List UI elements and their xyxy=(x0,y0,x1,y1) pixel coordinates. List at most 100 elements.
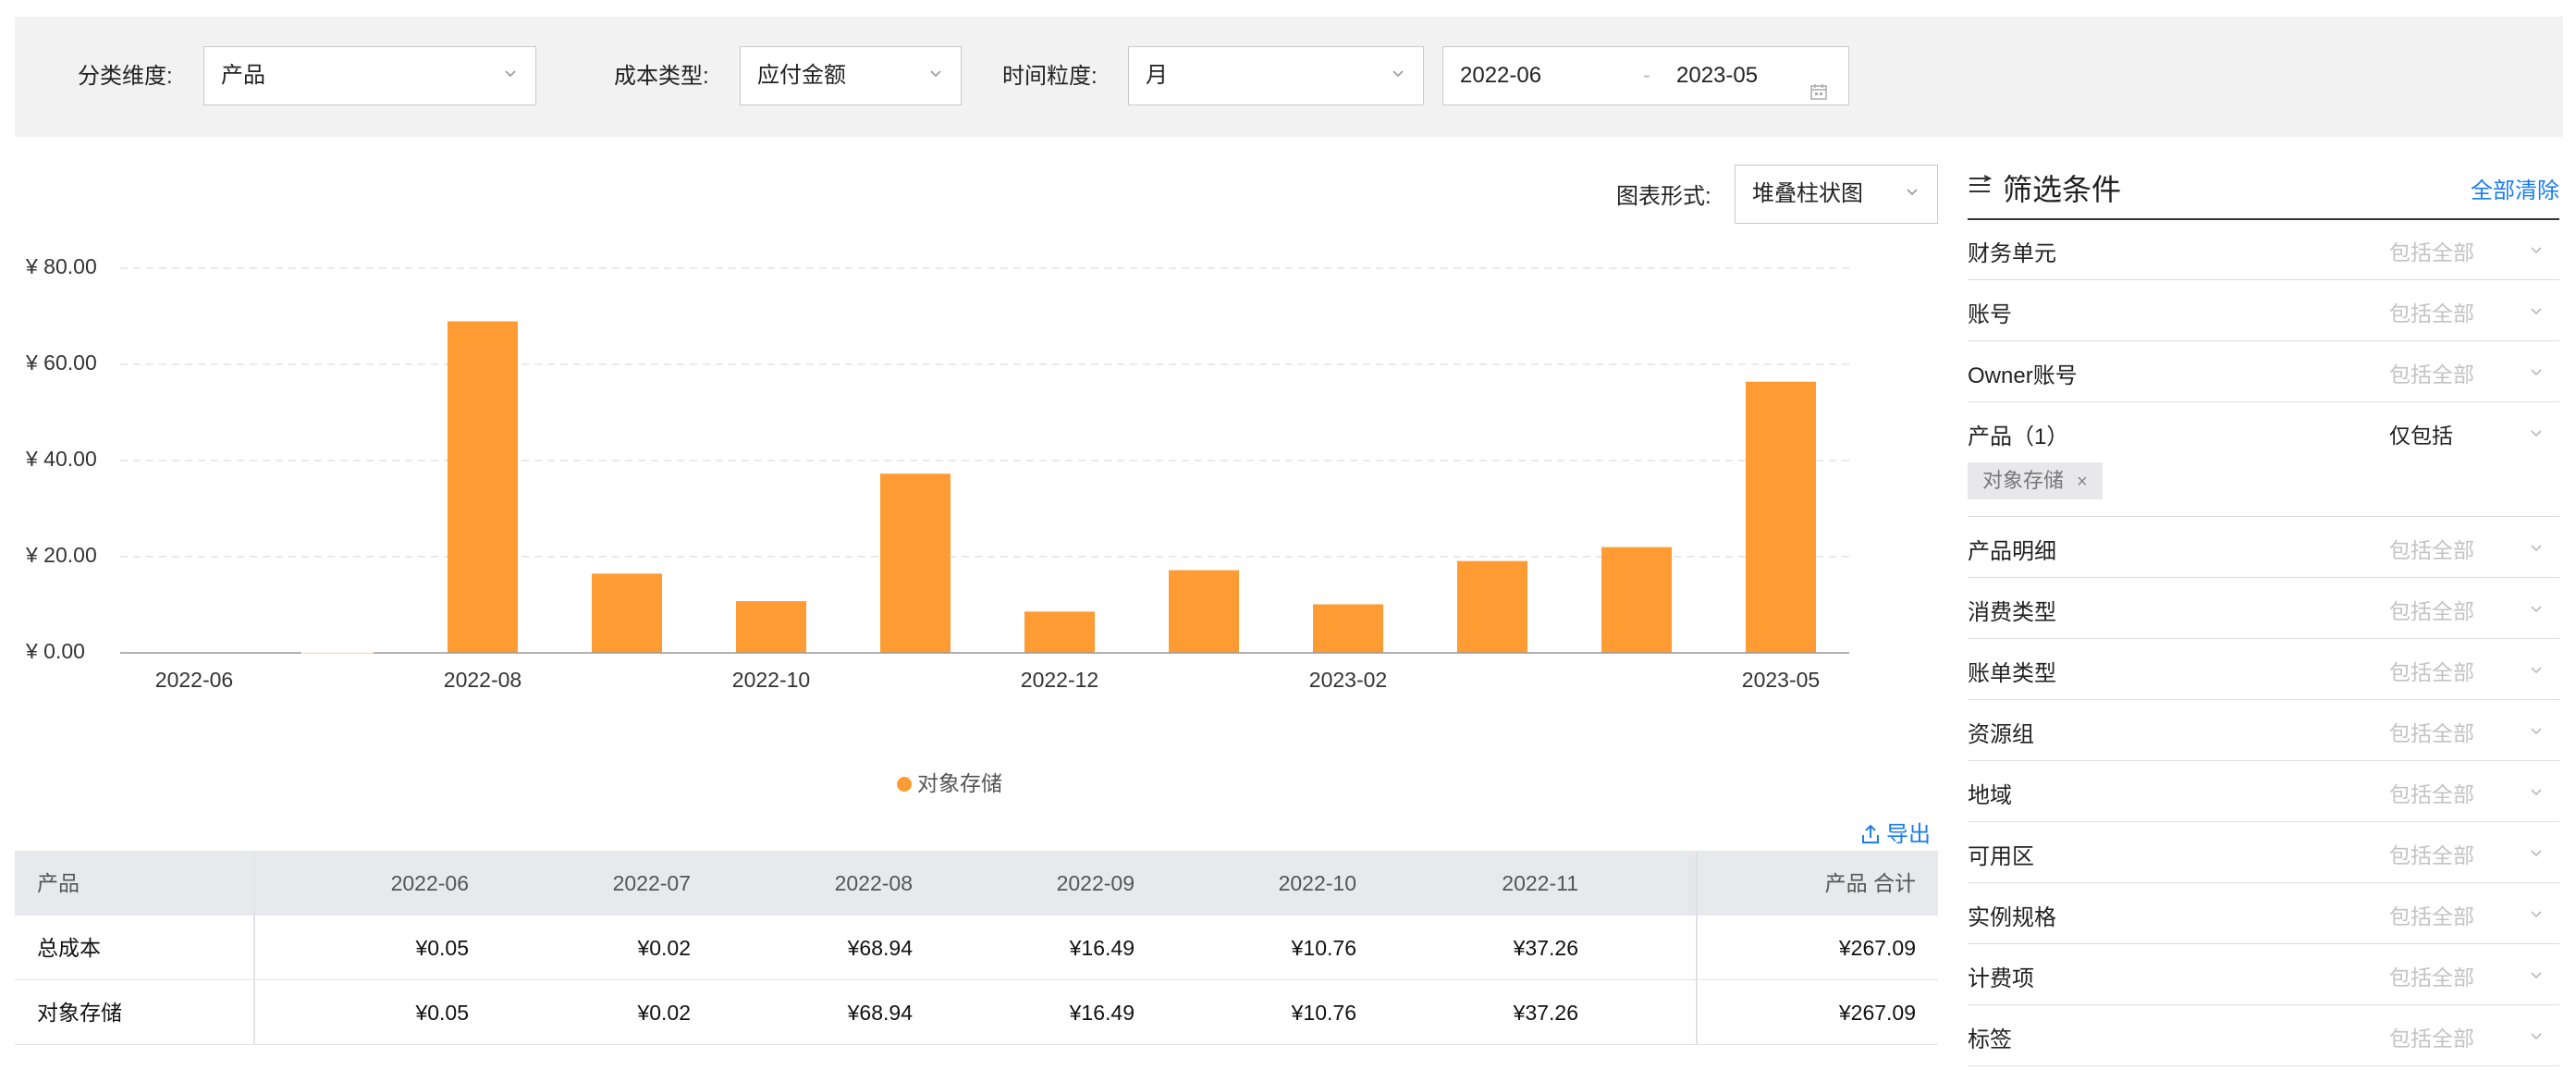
filter-value: 包括全部 xyxy=(2389,721,2474,745)
filter-label: 可用区 xyxy=(1968,844,2034,869)
filter-label: 标签 xyxy=(1968,1027,2012,1052)
filter-label: 财务单元 xyxy=(1968,241,2056,266)
filter-row[interactable]: 财务单元 包括全部 xyxy=(1968,220,2559,280)
filter-label: 账单类型 xyxy=(1968,661,2056,686)
filter-label: 地域 xyxy=(1968,783,2012,808)
table-header-cell: 2022-07 xyxy=(612,871,691,895)
filter-row[interactable]: 可用区 包括全部 xyxy=(1968,823,2559,883)
bar-2023-01[interactable] xyxy=(1169,570,1239,653)
filter-label: 账号 xyxy=(1968,302,2012,327)
filter-label: 实例规格 xyxy=(1968,905,2056,930)
filter-value: 仅包括 xyxy=(2389,424,2453,448)
bar-2022-08[interactable] xyxy=(448,321,518,653)
y-tick-label: ¥ 40.00 xyxy=(26,447,97,471)
filter-value: 包括全部 xyxy=(2389,904,2474,928)
table-header-cell: 产品 xyxy=(37,871,80,895)
filter-label: Owner账号 xyxy=(1968,363,2078,388)
chart-canvas xyxy=(120,267,1849,654)
table-cell: ¥0.05 xyxy=(415,936,469,960)
table-header-cell: 2022-09 xyxy=(1056,871,1135,895)
column-divider xyxy=(1696,851,1698,1045)
x-tick-label: 2022-12 xyxy=(1020,668,1099,692)
table-cell: ¥0.02 xyxy=(637,936,691,960)
chevron-down-icon xyxy=(2530,664,2543,682)
filter-label: 资源组 xyxy=(1968,722,2034,747)
x-tick-label: 2022-10 xyxy=(731,668,811,692)
table-row: 总成本 ¥0.05 ¥0.02 ¥68.94 ¥16.49 ¥10.76 ¥37… xyxy=(15,916,1938,980)
column-divider xyxy=(253,851,255,1045)
bar-2023-03[interactable] xyxy=(1457,560,1527,653)
filter-row[interactable]: 资源组 包括全部 xyxy=(1968,701,2559,761)
filter-label: 产品明细 xyxy=(1968,539,2056,564)
filter-list-icon xyxy=(1968,172,1993,203)
chevron-down-icon xyxy=(2530,366,2543,384)
table-row: 对象存储 ¥0.05 ¥0.02 ¥68.94 ¥16.49 ¥10.76 ¥3… xyxy=(15,980,1938,1045)
filter-row[interactable]: 产品明细 包括全部 xyxy=(1968,518,2559,578)
chevron-down-icon xyxy=(2530,725,2543,743)
filter-row[interactable]: 账单类型 包括全部 xyxy=(1968,640,2559,700)
table-cell: ¥37.26 xyxy=(1513,1001,1578,1025)
filter-row[interactable]: 产品（1） 仅包括 xyxy=(1968,403,2559,463)
filter-row[interactable]: 账号 包括全部 xyxy=(1968,281,2559,341)
filter-row[interactable]: Owner账号 包括全部 xyxy=(1968,342,2559,402)
table-cell-total: ¥267.09 xyxy=(1838,1001,1916,1025)
filter-label: 消费类型 xyxy=(1968,600,2056,625)
filter-row[interactable]: 标签 包括全部 xyxy=(1968,1006,2559,1066)
filter-value: 包括全部 xyxy=(2389,1027,2474,1051)
filter-row[interactable]: 计费项 包括全部 xyxy=(1968,945,2559,1005)
x-tick-label: 2023-02 xyxy=(1308,668,1388,692)
filter-value: 包括全部 xyxy=(2389,301,2474,326)
chevron-down-icon xyxy=(2530,786,2543,804)
y-tick-label: ¥ 80.00 xyxy=(26,254,97,278)
bar-2023-02[interactable] xyxy=(1313,604,1383,653)
filter-value: 包括全部 xyxy=(2389,363,2474,387)
upload-icon xyxy=(1860,824,1881,851)
bar-2023-05[interactable] xyxy=(1746,381,1816,653)
export-label: 导出 xyxy=(1886,822,1931,847)
chart-legend[interactable]: 对象存储 xyxy=(897,766,1002,797)
table-row-name: 对象存储 xyxy=(37,1001,122,1025)
export-button[interactable]: 导出 xyxy=(1860,816,1931,851)
bar-2022-12[interactable] xyxy=(1024,611,1095,653)
table-header-row: 产品 2022-06 2022-07 2022-08 2022-09 2022-… xyxy=(15,851,1938,916)
chevron-down-icon xyxy=(2530,847,2543,865)
table-cell: ¥37.26 xyxy=(1513,936,1578,960)
filter-label: 产品（1） xyxy=(1968,424,2069,449)
table-cell-total: ¥267.09 xyxy=(1838,936,1916,960)
bar-2022-09[interactable] xyxy=(592,573,662,653)
table-cell: ¥68.94 xyxy=(847,1001,913,1025)
bar-2022-07[interactable] xyxy=(303,652,374,654)
table-cell: ¥0.02 xyxy=(637,1001,691,1025)
filter-panel-title: 筛选条件 xyxy=(2003,173,2122,206)
clear-all-button[interactable]: 全部清除 xyxy=(2471,172,2559,204)
filter-label: 计费项 xyxy=(1968,966,2034,991)
chevron-down-icon xyxy=(2530,1030,2543,1048)
chevron-down-icon xyxy=(2530,427,2543,445)
filter-tag: 对象存储 × xyxy=(1968,462,2103,499)
bar-2023-04[interactable] xyxy=(1601,547,1672,653)
bar-2022-11[interactable] xyxy=(880,473,951,653)
filter-value: 包括全部 xyxy=(2389,599,2474,623)
table-cell: ¥10.76 xyxy=(1291,936,1356,960)
chevron-down-icon xyxy=(2530,542,2543,559)
bar-2022-10[interactable] xyxy=(736,601,806,653)
x-tick-label: 2022-06 xyxy=(154,668,234,692)
filter-row[interactable]: 实例规格 包括全部 xyxy=(1968,884,2559,944)
table-cell: ¥16.49 xyxy=(1069,936,1135,960)
table-row-name: 总成本 xyxy=(37,936,101,960)
divider xyxy=(1968,516,2559,517)
table-cell: ¥0.05 xyxy=(415,1001,469,1025)
close-icon[interactable]: × xyxy=(2077,472,2088,492)
filter-row[interactable]: 消费类型 包括全部 xyxy=(1968,579,2559,639)
x-tick-label: 2022-08 xyxy=(443,668,522,692)
table-cell: ¥16.49 xyxy=(1069,1001,1135,1025)
chevron-down-icon xyxy=(2530,244,2543,262)
filter-panel-header: 筛选条件 全部清除 xyxy=(1968,163,2559,220)
table-cell: ¥68.94 xyxy=(847,936,913,960)
y-tick-label: ¥ 60.00 xyxy=(26,350,97,375)
x-tick-label: 2023-05 xyxy=(1741,668,1821,692)
y-tick-label: ¥ 0.00 xyxy=(26,639,85,663)
filter-value: 包括全部 xyxy=(2389,782,2474,806)
filter-tag-label: 对象存储 xyxy=(1982,469,2065,492)
filter-row[interactable]: 地域 包括全部 xyxy=(1968,762,2559,822)
